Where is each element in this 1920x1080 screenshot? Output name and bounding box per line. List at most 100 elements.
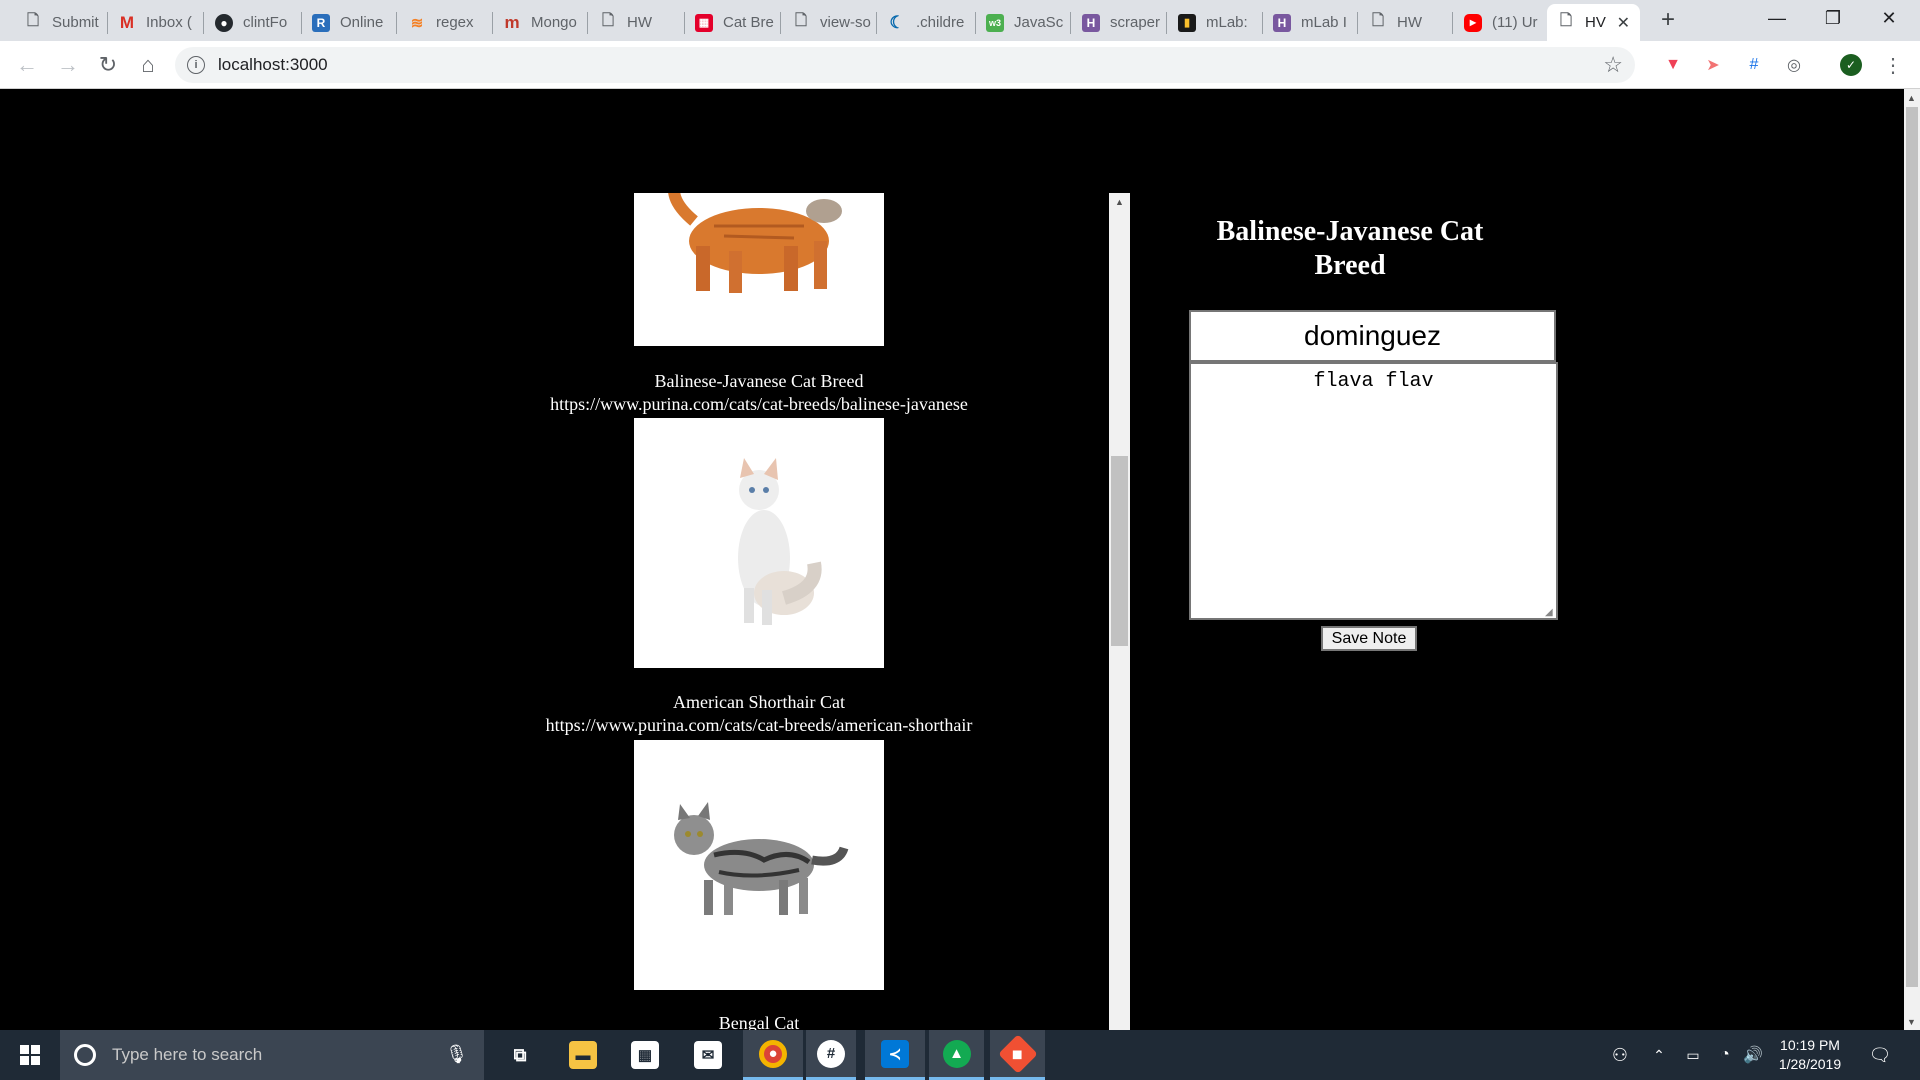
note-body-textarea[interactable] (1189, 362, 1558, 620)
task-view-button[interactable]: ⧉ (495, 1030, 545, 1080)
browser-tab[interactable]: 🗋 Submit (14, 4, 106, 41)
gmail-icon: M (119, 12, 135, 32)
browser-toolbar: ← → ↻ ⌂ i localhost:3000 ☆ ▼ ➤ # ◎ ✓ ⋮ (0, 41, 1920, 89)
tab-separator (780, 12, 781, 34)
code-extension-icon[interactable]: ◎ (1783, 54, 1805, 76)
menu-dots-icon[interactable]: ⋮ (1882, 54, 1904, 77)
tab-label: Online (340, 14, 384, 31)
note-title-input[interactable] (1189, 310, 1556, 362)
article-link[interactable]: https://www.purina.com/cats/cat-breeds/a… (465, 715, 1053, 736)
chrome-button[interactable]: ● (743, 1030, 803, 1080)
address-url[interactable]: localhost:3000 (218, 55, 328, 75)
tab-label: Mongo (531, 14, 577, 31)
mail-button[interactable]: ✉ (683, 1030, 733, 1080)
grid-extension-icon[interactable]: # (1743, 54, 1765, 76)
article-title[interactable]: Bengal Cat (465, 1013, 1053, 1030)
page-scrollbar-thumb[interactable] (1906, 107, 1918, 987)
article-list-scrollbar[interactable]: ▲ (1109, 193, 1130, 1030)
close-window-button[interactable]: ✕ (1853, 0, 1920, 36)
tab-separator (1070, 12, 1071, 34)
purina-icon: ▦ (695, 13, 713, 32)
heroku-icon: H (1273, 13, 1291, 32)
note-heading: Balinese-Javanese Cat Breed (1216, 216, 1484, 281)
store-button[interactable]: ▦ (620, 1030, 670, 1080)
back-button[interactable]: ← (13, 51, 41, 79)
save-note-button[interactable]: Save Note (1321, 626, 1417, 651)
tab-label: JavaSc (1014, 14, 1064, 31)
reload-button[interactable]: ↻ (94, 51, 122, 79)
close-tab-icon[interactable]: ✕ (1617, 13, 1630, 33)
browser-tab[interactable]: ▶ (11) Ur (1454, 4, 1546, 41)
heroku-icon: H (1082, 13, 1100, 32)
vscode-icon: ≺ (881, 1039, 909, 1068)
people-icon[interactable]: ⚇ (1605, 1030, 1635, 1080)
scroll-up-arrow-icon[interactable]: ▲ (1115, 197, 1124, 207)
notification-center-icon[interactable]: 🗨 (1862, 1030, 1898, 1080)
start-button[interactable] (0, 1030, 60, 1080)
article-title[interactable]: American Shorthair Cat (465, 692, 1053, 713)
browser-tab[interactable]: m Mongo (493, 4, 585, 41)
article-link[interactable]: https://www.purina.com/cats/cat-breeds/b… (465, 394, 1053, 415)
home-button[interactable]: ⌂ (134, 51, 162, 79)
wifi-icon[interactable]: ◔ (1714, 1030, 1736, 1080)
tab-label: HW (1397, 14, 1422, 31)
browser-tab[interactable]: ▮ mLab: (1168, 4, 1260, 41)
article-list[interactable]: Balinese-Javanese Cat Breed https://www.… (465, 193, 1130, 1030)
search-placeholder: Type here to search (112, 1045, 263, 1064)
show-hidden-icons-icon[interactable]: ⌃ (1648, 1030, 1670, 1080)
new-tab-button[interactable]: + (1654, 6, 1682, 34)
browser-tab[interactable]: H mLab I (1263, 4, 1355, 41)
info-icon[interactable]: i (187, 56, 205, 74)
battery-icon[interactable]: ▭ (1682, 1030, 1704, 1080)
browser-tab[interactable]: ● clintFo (205, 4, 302, 41)
vscode-button[interactable]: ≺ (865, 1030, 925, 1080)
browser-tab[interactable]: w3 JavaSc (976, 4, 1068, 41)
browser-tab[interactable]: 🗋 HW (1359, 4, 1451, 41)
forward-button[interactable]: → (54, 51, 82, 79)
browser-tab-active[interactable]: 🗋 HV ✕ (1547, 4, 1640, 41)
extension-arrow-icon[interactable]: ➤ (1702, 54, 1724, 76)
tab-separator (203, 12, 204, 34)
browser-tab[interactable]: 🗋 view-so (782, 4, 874, 41)
resize-grip-icon[interactable]: ◢ (1545, 607, 1553, 618)
doc-icon: 🗋 (794, 12, 808, 29)
mongodb-compass-button[interactable]: ▲ (929, 1030, 984, 1080)
slack-button[interactable]: # (806, 1030, 856, 1080)
scroll-up-arrow-icon[interactable]: ▲ (1907, 93, 1916, 103)
tab-label: .childre (916, 14, 965, 31)
browser-tab[interactable]: 🗋 HW (589, 4, 681, 41)
youtube-icon: ▶ (1464, 13, 1482, 32)
browser-tab[interactable]: M Inbox ( (108, 4, 200, 41)
browser-tab[interactable]: ≋ regex (398, 4, 490, 41)
file-explorer-button[interactable]: ▬ (558, 1030, 608, 1080)
scroll-down-arrow-icon[interactable]: ▼ (1907, 1017, 1916, 1027)
github-icon: ● (215, 13, 233, 32)
page-scrollbar[interactable]: ▲ ▼ (1904, 89, 1920, 1030)
tab-label: Inbox ( (146, 14, 192, 31)
taskbar-clock[interactable]: 10:19 PM 1/28/2019 (1770, 1036, 1850, 1074)
browser-tab[interactable]: R Online (302, 4, 395, 41)
tab-label: (11) Ur (1492, 14, 1538, 31)
browser-tab-strip: 🗋 Submit M Inbox ( ● clintFo R Online ≋ … (0, 0, 1920, 41)
doc-icon: 🗋 (1559, 12, 1573, 29)
pocket-extension-icon[interactable]: ▼ (1662, 54, 1684, 76)
volume-icon[interactable]: 🔊 (1742, 1030, 1764, 1080)
taskbar-search[interactable]: Type here to search 🎙 (60, 1030, 484, 1080)
tab-label: mLab I (1301, 14, 1347, 31)
article-title[interactable]: Balinese-Javanese Cat Breed (465, 371, 1053, 392)
address-bar[interactable]: i localhost:3000 ☆ (175, 47, 1635, 83)
tab-label: regex (436, 14, 474, 31)
gitkraken-button[interactable]: ◆ (990, 1030, 1045, 1080)
profile-avatar[interactable]: ✓ (1840, 54, 1862, 76)
browser-tab[interactable]: ☾ .childre (878, 4, 974, 41)
tab-label: mLab: (1206, 14, 1248, 31)
tab-label: HW (627, 14, 652, 31)
folder-icon: ▬ (569, 1041, 597, 1069)
browser-tab[interactable]: H scraper (1072, 4, 1164, 41)
scrollbar-thumb[interactable] (1111, 456, 1128, 646)
tab-separator (1166, 12, 1167, 34)
browser-tab[interactable]: ▦ Cat Bre (685, 4, 777, 41)
microphone-icon[interactable]: 🎙 (445, 1044, 468, 1065)
tab-separator (876, 12, 877, 34)
bookmark-star-icon[interactable]: ☆ (1603, 52, 1623, 78)
